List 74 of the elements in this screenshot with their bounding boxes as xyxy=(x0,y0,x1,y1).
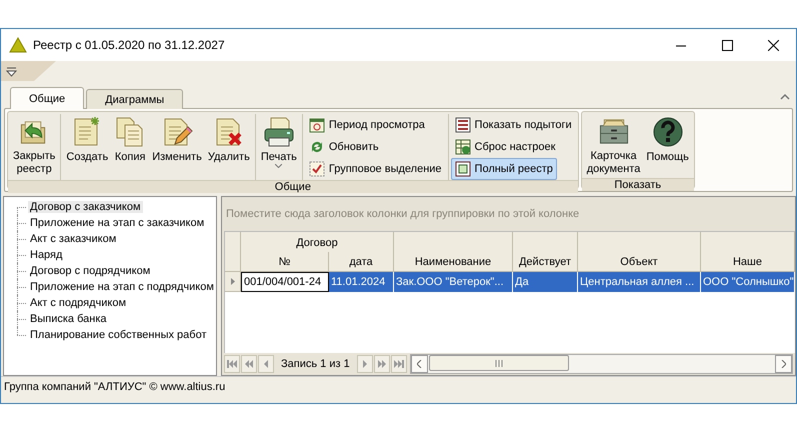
scroll-right-button[interactable] xyxy=(775,355,792,373)
column-header[interactable]: дата xyxy=(329,252,394,272)
table-cell: ООО "Солнышко" xyxy=(701,272,795,292)
list-icon xyxy=(454,117,471,133)
band-header: Договор xyxy=(241,232,394,254)
column-header[interactable]: Наше xyxy=(701,252,795,272)
table-cell: 11.01.2024 xyxy=(329,272,394,292)
chevron-right-icon xyxy=(781,360,786,368)
row-indicator[interactable] xyxy=(225,272,241,292)
table-cell: Зак.ООО "Ветерок"... xyxy=(394,272,513,292)
ribbon-tab[interactable]: Диаграммы xyxy=(86,89,184,109)
ribbon-button[interactable]: Создать xyxy=(63,114,112,178)
ribbon-button[interactable]: Полный реестр xyxy=(450,158,557,180)
help-icon xyxy=(652,116,684,148)
tree-item[interactable]: Выписка банка xyxy=(28,313,108,325)
ribbon-button[interactable]: Сброс настроек xyxy=(450,136,560,158)
previous-page-icon[interactable] xyxy=(241,355,257,373)
previous-record-icon[interactable] xyxy=(258,355,274,373)
grid-icon xyxy=(454,161,471,177)
app-logo-icon xyxy=(9,37,27,53)
scroll-left-button[interactable] xyxy=(410,355,428,373)
dropdown-icon[interactable] xyxy=(6,66,17,77)
next-record-icon[interactable] xyxy=(356,355,373,373)
ribbon-button[interactable]: Групповое выделение xyxy=(304,158,446,180)
column-header[interactable]: Объект xyxy=(578,252,701,272)
calendar-icon xyxy=(308,117,325,133)
window-title: Реестр с 01.05.2020 по 31.12.2027 xyxy=(33,38,226,52)
tree-item[interactable]: Приложение на этап с подрядчиком xyxy=(28,281,216,293)
tree-item[interactable]: Наряд xyxy=(28,249,64,261)
status-text: Группа компаний "АЛТИУС" © www.altius.ru xyxy=(4,380,226,392)
tree-item[interactable]: Приложение на этап с заказчиком xyxy=(28,217,206,229)
group-caption: Показать xyxy=(582,178,694,191)
next-page-icon[interactable] xyxy=(374,355,390,373)
ribbon-button[interactable]: Копия xyxy=(111,114,150,178)
tree-item[interactable]: Договор с заказчиком xyxy=(28,201,143,213)
close-icon xyxy=(768,40,778,50)
ribbon-button[interactable]: Карточка документа xyxy=(584,114,644,178)
last-record-icon[interactable] xyxy=(390,355,407,373)
table-cell: Да xyxy=(513,272,578,292)
ribbon-button[interactable]: Обновить xyxy=(304,136,383,158)
ribbon-button[interactable]: Помощь xyxy=(643,114,692,178)
tree-item[interactable]: Планирование собственных работ xyxy=(28,329,208,341)
grip-icon xyxy=(494,360,503,366)
ribbon-tab[interactable]: Общие xyxy=(10,87,84,109)
selection-icon xyxy=(308,161,325,177)
ribbon-dropdown-button[interactable]: Печать xyxy=(258,114,300,178)
record-counter: Запись 1 из 1 xyxy=(280,358,351,370)
first-record-icon[interactable] xyxy=(224,355,240,373)
horizontal-scrollbar[interactable] xyxy=(410,354,793,374)
caret-icon xyxy=(275,164,282,168)
column-header[interactable]: Действует xyxy=(513,252,578,272)
tree-item[interactable]: Акт с заказчиком xyxy=(28,233,118,245)
maximize-icon xyxy=(722,40,732,50)
printer-icon xyxy=(262,116,295,148)
tree-item[interactable]: Договор с подрядчиком xyxy=(28,265,152,277)
ribbon-button[interactable]: Закрыть реестр xyxy=(10,114,58,178)
header-cell xyxy=(225,232,241,254)
toolbar-background xyxy=(1,61,56,81)
header-cell xyxy=(513,232,578,254)
table-icon xyxy=(454,139,471,155)
tree-item[interactable]: Акт с подрядчиком xyxy=(28,297,128,309)
chevron-left-icon xyxy=(416,360,422,368)
ribbon-button[interactable]: Период просмотра xyxy=(304,114,429,136)
ribbon-button[interactable]: Показать подытоги xyxy=(450,114,576,136)
scrollbar-thumb[interactable] xyxy=(428,355,569,371)
triangle-icon xyxy=(230,278,234,285)
ribbon-button[interactable]: Изменить xyxy=(149,114,205,178)
column-header[interactable]: № xyxy=(241,252,329,272)
group-caption: Общие xyxy=(8,180,578,193)
ribbon-button[interactable]: Удалить xyxy=(204,114,253,178)
table-cell: 001/004/001-24 xyxy=(241,272,329,292)
table-cell: Центральная аллея ... xyxy=(578,272,701,292)
header-cell xyxy=(225,252,241,272)
column-header[interactable]: Наименование xyxy=(394,252,513,272)
